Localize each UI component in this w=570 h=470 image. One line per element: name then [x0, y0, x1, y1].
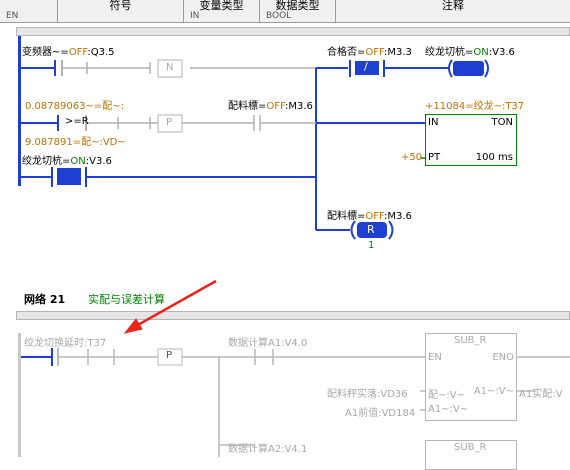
p-transition-label: P: [166, 117, 173, 128]
sub-r-title: SUB_R: [454, 335, 487, 346]
sub-r-title-2: SUB_R: [454, 442, 487, 453]
auger-coil-label[interactable]: 绞龙切杭=ON:V3.6: [425, 43, 515, 58]
auger-coil-left-arc: [448, 59, 453, 78]
sub-r-box-1[interactable]: SUB_R EN ENO 配~:V~ A1~:V~ A1~:V~: [425, 333, 517, 421]
sub-r-en: EN: [428, 352, 442, 363]
auger-contact-label[interactable]: 绞龙切杭=ON:V3.6: [22, 152, 112, 167]
network-21-comment[interactable]: 实配与误差计算: [88, 291, 165, 307]
delay-contact-label[interactable]: 绞龙切换延时:T37: [24, 334, 106, 349]
ton-timer-box[interactable]: IN TON PT 100 ms: [425, 114, 517, 166]
sub-r-in1: 配~:V~: [428, 390, 465, 401]
timer-type: TON: [491, 117, 513, 128]
timer-base: 100 ms: [475, 152, 513, 163]
sub-r-eno: ENO: [492, 352, 514, 363]
n-transition-label: N: [166, 62, 174, 73]
timer-in-pin: IN: [428, 117, 439, 128]
inverter-state: OFF: [68, 47, 88, 58]
timer-pt-pin: PT: [428, 152, 441, 163]
sub-r-in1-label[interactable]: 配料秤实落:VD36: [327, 385, 408, 400]
sub-r-out: A1~:V~: [473, 386, 514, 397]
reset-coil-label[interactable]: 配料標=OFF:M3.6: [327, 207, 412, 222]
calc2-contact-label[interactable]: 数据计算A2:V4.1: [228, 440, 307, 455]
rung1-top-wire-gray: [62, 62, 345, 74]
sub-r-in2-label[interactable]: A1前值:VD184: [345, 404, 415, 419]
timer-pt-value[interactable]: +50: [401, 152, 422, 163]
inverter-contact-label[interactable]: 变频器~=OFF:Q3.5: [22, 43, 115, 58]
not-symbol: /: [364, 60, 368, 73]
timer-current-value[interactable]: +11084=绞龙~:T37: [425, 97, 524, 112]
sub-r-in2: A1~:V~: [428, 404, 469, 415]
reset-symbol: R: [367, 223, 375, 236]
auger-coil-right-arc: [484, 59, 489, 78]
sub-r-box-2[interactable]: SUB_R: [425, 440, 517, 470]
annotation-arrow: [123, 279, 217, 334]
inverter-name: 变频器~: [22, 47, 61, 58]
sub-r-out-label[interactable]: A1实配:V: [519, 385, 562, 400]
reset-count: 1: [368, 240, 375, 251]
auger-coil-fill: [453, 61, 484, 76]
pass-contact-label[interactable]: 合格否=OFF:M3.3: [327, 43, 412, 58]
compare-operator: >=R: [65, 116, 89, 127]
reset-coil-right-arc: [388, 220, 394, 240]
compare-in2-label[interactable]: 9.087891=配~:VD~: [25, 133, 126, 148]
auger-contact-fill: [57, 168, 81, 185]
batch-contact-label[interactable]: 配料標=OFF:M3.6: [228, 97, 313, 112]
p-transition-label-2: P: [166, 350, 173, 361]
network-21-title[interactable]: 网络 21: [24, 291, 65, 307]
compare-in1-label[interactable]: 0.08789063~=配~:: [25, 97, 124, 112]
calc1-contact-label[interactable]: 数据计算A1:V4.0: [228, 334, 307, 349]
reset-coil-left-arc: [350, 220, 356, 240]
